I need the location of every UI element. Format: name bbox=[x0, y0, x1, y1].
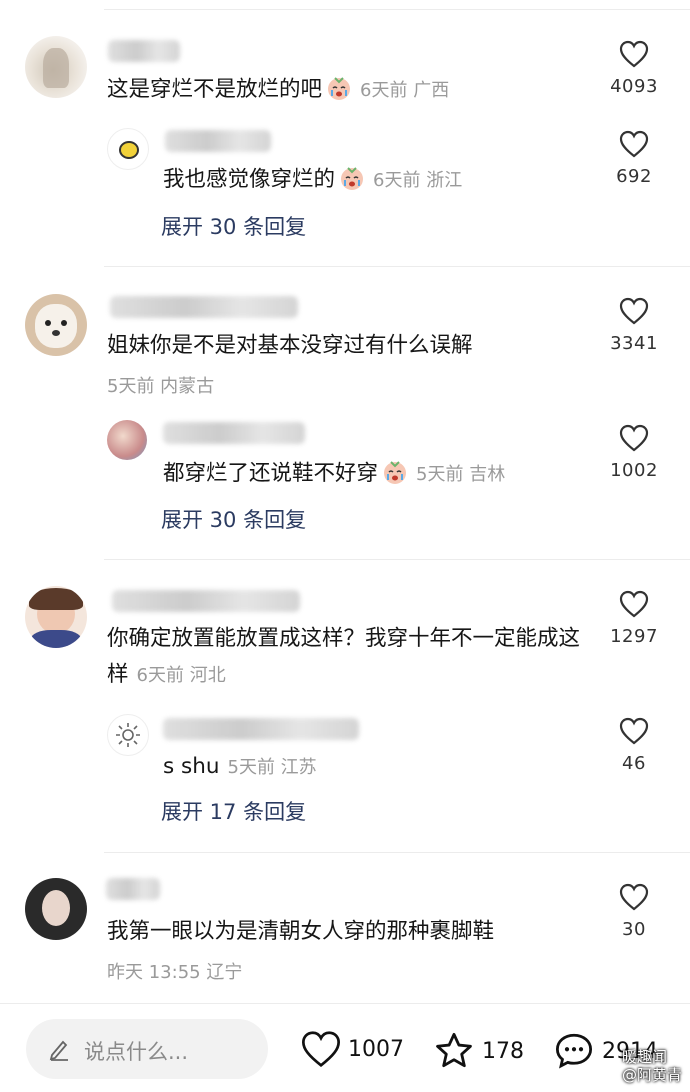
username-blurred[interactable] bbox=[110, 296, 298, 318]
like-count: 1297 bbox=[610, 626, 658, 647]
reply-text: s shu 5天前 江苏 bbox=[163, 749, 600, 786]
star-icon bbox=[436, 1032, 472, 1068]
heart-icon bbox=[619, 130, 649, 158]
favorite-count: 178 bbox=[482, 1038, 524, 1064]
like-button[interactable]: 1297 bbox=[594, 590, 674, 647]
reply-meta: 5天前 江苏 bbox=[227, 757, 317, 778]
avatar[interactable] bbox=[25, 36, 87, 98]
comment-text: 姐妹你是不是对基本没穿过有什么误解 bbox=[107, 328, 600, 364]
reply-like-button[interactable]: 692 bbox=[594, 130, 674, 187]
avatar[interactable] bbox=[25, 294, 87, 356]
comment-meta: 6天前 河北 bbox=[136, 665, 226, 686]
watermark-line-2: @阿黄青 bbox=[621, 1066, 682, 1084]
username-blurred[interactable] bbox=[106, 878, 160, 900]
favorite-button[interactable]: 178 bbox=[432, 1030, 524, 1072]
like-button[interactable]: 30 bbox=[594, 883, 674, 940]
reply-text: 我也感觉像穿烂的 6天前 浙江 bbox=[163, 162, 600, 199]
bottom-bar: 说点什么... 1007 178 2914 bbox=[0, 1003, 690, 1092]
like-count: 4093 bbox=[610, 76, 658, 97]
crying-emoji-icon bbox=[382, 459, 408, 485]
username-blurred[interactable] bbox=[112, 590, 300, 612]
comment-body: 这是穿烂不是放烂的吧 bbox=[107, 77, 323, 102]
chat-bubble-icon bbox=[555, 1033, 593, 1069]
reply-body: s shu bbox=[163, 754, 220, 779]
reply-username-blurred[interactable] bbox=[163, 422, 305, 444]
expand-replies-link[interactable]: 展开 30 条回复 bbox=[161, 211, 306, 241]
pencil-icon bbox=[49, 1040, 68, 1061]
reply-text: 都穿烂了还说鞋不好穿 5天前 吉林 bbox=[163, 456, 600, 493]
comment-text: 你确定放置能放置成这样？我穿十年不一定能成这样 6天前 河北 bbox=[107, 621, 600, 694]
reply-username-blurred[interactable] bbox=[163, 718, 359, 740]
like-button[interactable]: 4093 bbox=[594, 40, 674, 97]
like-button[interactable]: 3341 bbox=[594, 297, 674, 354]
username-blurred[interactable] bbox=[108, 40, 180, 62]
comment-thread-1: 这是穿烂不是放烂的吧 6天前 广西 4093 我也感觉像穿烂的 6天前 浙江 692… bbox=[0, 0, 690, 268]
heart-icon bbox=[619, 590, 649, 618]
reply-avatar[interactable] bbox=[107, 714, 149, 756]
divider bbox=[104, 266, 690, 267]
sun-icon bbox=[116, 723, 140, 747]
comment-meta: 昨天 13:55 辽宁 bbox=[107, 962, 243, 983]
comment-text: 我第一眼以为是清朝女人穿的那种裹脚鞋 bbox=[107, 914, 600, 950]
reply-like-button[interactable]: 1002 bbox=[594, 424, 674, 481]
comment-input-placeholder: 说点什么... bbox=[84, 1040, 189, 1064]
reply-meta: 5天前 吉林 bbox=[416, 464, 506, 485]
comment-meta: 6天前 广西 bbox=[360, 80, 450, 101]
crying-emoji-icon bbox=[339, 165, 365, 191]
divider bbox=[104, 852, 690, 853]
comment-input[interactable]: 说点什么... bbox=[26, 1019, 268, 1079]
reply-avatar[interactable] bbox=[107, 128, 149, 170]
heart-icon bbox=[619, 883, 649, 911]
like-count: 1002 bbox=[610, 460, 658, 481]
comment-meta: 5天前 内蒙古 bbox=[107, 376, 215, 397]
expand-replies-link[interactable]: 展开 30 条回复 bbox=[161, 504, 306, 534]
crying-emoji-icon bbox=[326, 75, 352, 101]
reply-body: 都穿烂了还说鞋不好穿 bbox=[163, 461, 379, 486]
like-count: 46 bbox=[622, 753, 646, 774]
reply-body: 我也感觉像穿烂的 bbox=[163, 167, 336, 192]
reply-meta: 6天前 浙江 bbox=[373, 170, 463, 191]
like-count: 692 bbox=[616, 166, 652, 187]
expand-replies-link[interactable]: 展开 17 条回复 bbox=[161, 796, 306, 826]
avatar[interactable] bbox=[25, 878, 87, 940]
reply-like-button[interactable]: 46 bbox=[594, 717, 674, 774]
heart-icon bbox=[619, 717, 649, 745]
comment-body: 我第一眼以为是清朝女人穿的那种裹脚鞋 bbox=[107, 919, 495, 944]
heart-icon bbox=[619, 424, 649, 452]
watermark-line-1: 暖趣闻 bbox=[621, 1048, 667, 1066]
avatar[interactable] bbox=[25, 586, 87, 648]
watermark: 暖趣闻 @阿黄青 bbox=[622, 1048, 682, 1084]
reply-avatar[interactable] bbox=[107, 420, 147, 460]
reply-username-blurred[interactable] bbox=[165, 130, 271, 152]
heart-icon bbox=[619, 297, 649, 325]
divider bbox=[104, 559, 690, 560]
post-like-button[interactable]: 1007 bbox=[300, 1030, 404, 1068]
heart-icon bbox=[301, 1031, 341, 1068]
post-like-count: 1007 bbox=[348, 1036, 404, 1062]
like-count: 30 bbox=[622, 919, 646, 940]
comment-body: 姐妹你是不是对基本没穿过有什么误解 bbox=[107, 333, 473, 358]
like-count: 3341 bbox=[610, 333, 658, 354]
heart-icon bbox=[619, 40, 649, 68]
comment-text: 这是穿烂不是放烂的吧 6天前 广西 bbox=[107, 72, 600, 109]
